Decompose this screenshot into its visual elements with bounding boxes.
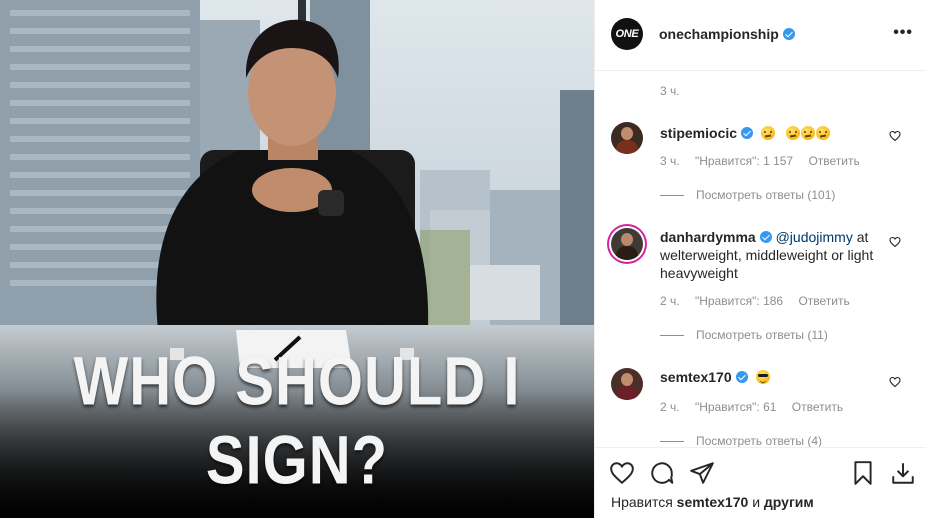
post-header: ONE onechampionship ••• — [595, 0, 926, 71]
view-replies-button[interactable]: Посмотреть ответы (4) — [660, 434, 822, 447]
avatar-head-shape — [621, 127, 633, 140]
verified-badge-icon — [741, 127, 754, 139]
verified-badge-icon — [782, 28, 795, 40]
comment-time: 3 ч. — [660, 154, 680, 168]
commenter-avatar[interactable] — [611, 368, 643, 400]
verified-badge-icon — [735, 371, 748, 383]
avatar-head-shape — [621, 233, 633, 246]
emoji-confused-icon — [800, 126, 815, 140]
view-replies-button[interactable]: Посмотреть ответы (11) — [660, 328, 828, 342]
likes-conj: и — [752, 494, 761, 510]
comments-list[interactable]: 3 ч. stipemiocic 3 ч. "Нравится": 1 157 … — [595, 72, 926, 447]
view-replies-label: Посмотреть ответы (101) — [696, 188, 836, 202]
avatar-body-shape — [616, 140, 638, 154]
comment-likes[interactable]: "Нравится": 1 157 — [695, 154, 793, 168]
author-username[interactable]: onechampionship — [659, 26, 779, 42]
avatar-body-shape — [616, 386, 638, 400]
emoji-confused-icon — [760, 126, 775, 140]
likes-others[interactable]: другим — [764, 494, 814, 510]
replies-divider — [660, 335, 684, 337]
image-headline: WHO SHOULD I SIGN? — [73, 343, 521, 499]
like-comment-heart-icon[interactable] — [889, 130, 901, 142]
commenter-username[interactable]: semtex170 — [660, 369, 732, 385]
comment-likes[interactable]: "Нравится": 61 — [695, 400, 777, 414]
reply-button[interactable]: Ответить — [792, 400, 843, 414]
comment-time: 2 ч. — [660, 400, 680, 414]
like-comment-heart-icon[interactable] — [889, 376, 901, 388]
more-options-icon[interactable]: ••• — [893, 24, 913, 42]
view-replies-label: Посмотреть ответы (4) — [696, 434, 823, 447]
replies-divider — [660, 195, 684, 197]
reply-button[interactable]: Ответить — [808, 154, 859, 168]
avatar-body-shape — [616, 246, 638, 260]
comment-likes[interactable]: "Нравится": 186 — [695, 294, 783, 308]
comment-meta: 3 ч. "Нравится": 1 157 Ответить — [660, 154, 872, 168]
emoji-confused-icon — [815, 126, 830, 140]
replies-divider — [660, 441, 684, 443]
emoji-sunglasses-icon — [755, 370, 770, 384]
comment-text: stipemiocic — [660, 124, 880, 142]
author-avatar[interactable]: ONE — [611, 18, 643, 50]
view-replies-button[interactable]: Посмотреть ответы (101) — [660, 188, 835, 202]
bookmark-icon[interactable] — [850, 460, 876, 486]
commenter-avatar[interactable] — [611, 122, 643, 154]
post-image[interactable]: WHO SHOULD I SIGN? — [0, 0, 594, 518]
comment-time: 2 ч. — [660, 294, 680, 308]
likes-user[interactable]: semtex170 — [677, 494, 749, 510]
comment-icon[interactable] — [649, 460, 675, 486]
view-replies-label: Посмотреть ответы (11) — [696, 328, 828, 342]
post-sidebar: ONE onechampionship ••• 3 ч. stipemiocic… — [594, 0, 926, 518]
caption-timestamp: 3 ч. — [660, 84, 680, 98]
comment-meta: 2 ч. "Нравится": 186 Ответить — [660, 294, 862, 308]
heart-icon[interactable] — [609, 460, 635, 486]
commenter-avatar[interactable] — [611, 228, 643, 260]
comment-text: semtex170 — [660, 368, 880, 386]
avatar-head-shape — [621, 373, 633, 386]
download-icon[interactable] — [890, 460, 916, 486]
comment-text: danhardymma @judojimmy at welterweight, … — [660, 228, 880, 282]
emoji-confused-icon — [785, 126, 800, 140]
like-comment-heart-icon[interactable] — [889, 236, 901, 248]
likes-prefix: Нравится — [611, 494, 673, 510]
comment-meta: 2 ч. "Нравится": 61 Ответить — [660, 400, 855, 414]
commenter-username[interactable]: stipemiocic — [660, 125, 737, 141]
comment-mention[interactable]: @judojimmy — [776, 229, 853, 245]
reply-button[interactable]: Ответить — [798, 294, 849, 308]
author-username-row: onechampionship — [659, 26, 795, 42]
likes-summary: Нравится semtex170 и другим — [611, 494, 814, 510]
post-actions: Нравится semtex170 и другим — [595, 447, 926, 518]
verified-badge-icon — [759, 231, 772, 243]
share-icon[interactable] — [689, 460, 715, 486]
commenter-username[interactable]: danhardymma — [660, 229, 756, 245]
